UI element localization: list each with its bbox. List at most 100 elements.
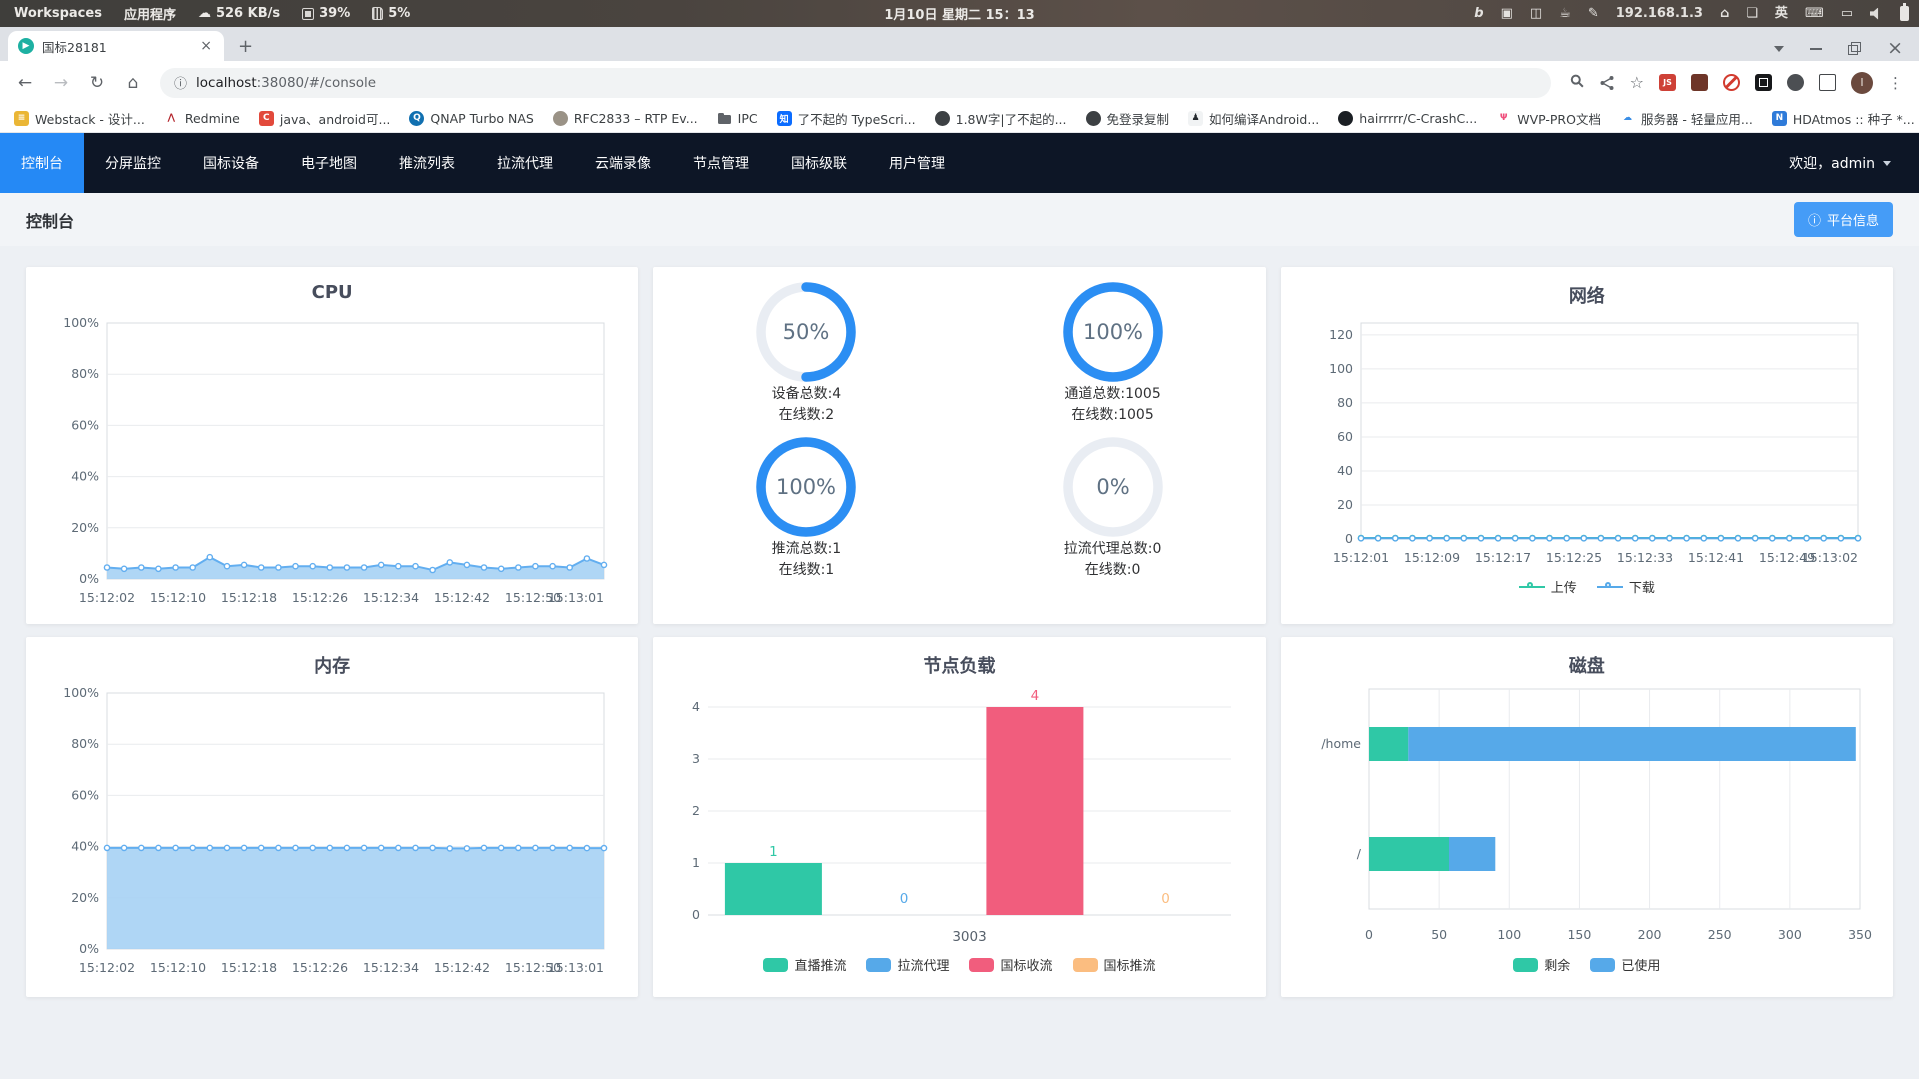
profile-avatar[interactable]: I <box>1851 71 1873 94</box>
bookmark-item-4[interactable]: Q QNAP Turbo NAS <box>409 110 534 126</box>
extension-js-icon[interactable]: JS <box>1659 74 1676 91</box>
platform-info-button[interactable]: ⓘ 平台信息 <box>1793 202 1893 237</box>
nav-tab-9[interactable]: 国标级联 <box>770 133 868 193</box>
bookmark-item-6[interactable]: IPC <box>717 111 758 126</box>
bookmark-item-9[interactable]: 免登录复制 <box>1085 109 1170 128</box>
browser-tab[interactable]: ▶ 国标28181 × <box>8 31 224 61</box>
extension-icon-2[interactable] <box>1691 74 1708 91</box>
network-speed-indicator[interactable]: ☁ 526 KB/s <box>198 6 280 21</box>
bookmark-star-icon[interactable]: ☆ <box>1630 73 1644 92</box>
workspaces-button[interactable]: Workspaces <box>14 6 102 21</box>
memory-card-icon <box>372 7 384 20</box>
tab-title: 国标28181 <box>42 39 107 55</box>
window-minimize-button[interactable] <box>1810 47 1823 50</box>
svg-text:15:13:01: 15:13:01 <box>548 960 604 975</box>
nav-tab-8[interactable]: 节点管理 <box>672 133 770 193</box>
bookmark-item-14[interactable]: N HDAtmos :: 种子 *... <box>1771 109 1915 128</box>
input-method-indicator[interactable]: 英 <box>1775 7 1788 20</box>
extensions-puzzle-icon[interactable] <box>1787 74 1804 91</box>
nav-tab-6[interactable]: 拉流代理 <box>476 133 574 193</box>
svg-text:20%: 20% <box>71 520 99 535</box>
tray-icon-b[interactable]: b <box>1474 7 1483 20</box>
nav-tab-10[interactable]: 用户管理 <box>868 133 966 193</box>
window-restore-button[interactable] <box>1848 42 1862 55</box>
tray-keyboard-icon[interactable]: ⌨ <box>1805 7 1824 20</box>
extension-icon-4[interactable] <box>1755 74 1772 91</box>
bookmark-item-7[interactable]: 知了不起的 TypeScri... <box>776 109 916 128</box>
svg-text:15:12:02: 15:12:02 <box>79 960 135 975</box>
svg-text:15:12:42: 15:12:42 <box>434 590 490 605</box>
nav-tab-4[interactable]: 电子地图 <box>280 133 378 193</box>
cpu-chip-icon <box>302 7 315 20</box>
new-tab-button[interactable]: + <box>224 36 267 61</box>
ip-address-indicator[interactable]: 192.168.1.3 <box>1616 7 1703 20</box>
back-button[interactable]: ← <box>10 73 40 93</box>
bookmark-item-3[interactable]: Cjava、android可... <box>258 109 390 128</box>
tray-home-icon[interactable]: ⌂ <box>1720 7 1729 20</box>
bookmark-item-11[interactable]: hairrrrr/C-CrashC... <box>1338 110 1478 126</box>
site-info-icon[interactable]: ⓘ <box>174 73 187 92</box>
reload-button[interactable]: ↻ <box>82 73 112 93</box>
svg-text:0: 0 <box>900 891 909 907</box>
system-bar-left: Workspaces 应用程序 ☁ 526 KB/s 39% 5% <box>0 4 410 23</box>
bookmark-label: hairrrrr/C-CrashC... <box>1359 110 1478 126</box>
nav-tab-7[interactable]: 云端录像 <box>574 133 672 193</box>
tray-jar-icon[interactable]: ☕ <box>1559 7 1571 20</box>
tab-search-chevron-icon[interactable] <box>1774 45 1785 52</box>
tab-close-icon[interactable]: × <box>198 38 214 54</box>
legend-item-上传[interactable]: 上传 <box>1518 577 1577 596</box>
legend-item-国标推流[interactable]: 国标推流 <box>1072 955 1156 974</box>
address-bar[interactable]: ⓘ localhost:38080/#/console <box>160 67 1551 98</box>
legend-item-国标收流[interactable]: 国标收流 <box>969 955 1053 974</box>
page-header: 控制台 ⓘ 平台信息 <box>0 193 1919 246</box>
nav-tab-3[interactable]: 国标设备 <box>182 133 280 193</box>
tray-pen-icon[interactable]: ✎ <box>1588 7 1599 20</box>
share-icon[interactable] <box>1599 75 1615 91</box>
extension-icon-6[interactable] <box>1819 74 1836 91</box>
bookmark-item-10[interactable]: ♟ 如何编译Android... <box>1188 109 1319 128</box>
tray-windows-icon[interactable]: ❏ <box>1746 7 1758 20</box>
forward-button[interactable]: → <box>46 73 76 93</box>
svg-text:15:12:18: 15:12:18 <box>221 590 277 605</box>
bookmark-favicon-icon <box>934 110 950 126</box>
node-load-legend: 直播推流 拉流代理 国标收流 国标推流 <box>653 949 1265 974</box>
extension-adblock-icon[interactable] <box>1723 74 1740 91</box>
browser-home-button[interactable]: ⌂ <box>118 73 148 93</box>
svg-text:80: 80 <box>1337 395 1353 410</box>
bookmark-item-2[interactable]: ⋀ Redmine <box>163 110 240 126</box>
bookmark-label: 免登录复制 <box>1106 111 1170 127</box>
password-key-icon[interactable] <box>1566 72 1587 93</box>
svg-text:3003: 3003 <box>952 929 986 945</box>
bookmark-item-1[interactable]: ≡ Webstack - 设计... <box>14 109 145 128</box>
legend-item-直播推流[interactable]: 直播推流 <box>763 955 846 974</box>
applications-menu-button[interactable]: 应用程序 <box>124 4 176 23</box>
window-close-button[interactable]: × <box>1887 39 1903 58</box>
svg-text:15:12:33: 15:12:33 <box>1617 550 1673 565</box>
cpu-chart: 0% 20% 40% 60% 80% 100% 15:12:02 15:12:10 15:12:… <box>26 311 638 611</box>
legend-item-下载[interactable]: 下载 <box>1596 577 1655 596</box>
legend-item-拉流代理[interactable]: 拉流代理 <box>866 955 949 974</box>
bookmark-item-13[interactable]: ☁ 服务器 - 轻量应用... <box>1619 109 1753 128</box>
browser-menu-icon[interactable]: ⋮ <box>1888 74 1903 92</box>
tray-clipboard-icon[interactable]: ◫ <box>1530 7 1542 20</box>
legend-item-剩余[interactable]: 剩余 <box>1513 955 1570 974</box>
ring-label-online: 在线数:2 <box>778 407 835 423</box>
nav-tab-1[interactable]: 控制台 <box>0 133 84 193</box>
nav-tab-2[interactable]: 分屏监控 <box>84 133 182 193</box>
bookmark-item-5[interactable]: RFC2833 – RTP Ev... <box>552 110 698 126</box>
tray-screenshot-icon[interactable]: ▣ <box>1501 7 1513 20</box>
svg-text:2: 2 <box>692 803 700 818</box>
volume-icon[interactable] <box>1870 7 1879 20</box>
bookmark-item-12[interactable]: Ψ WVP-PRO文档 <box>1496 109 1601 128</box>
legend-item-已使用[interactable]: 已使用 <box>1590 955 1660 974</box>
tray-display-icon[interactable]: ▭ <box>1841 7 1853 20</box>
svg-text:15:13:02: 15:13:02 <box>1802 550 1858 565</box>
user-menu[interactable]: 欢迎，admin <box>1789 133 1919 193</box>
network-legend: 上传 下载 <box>1281 571 1893 596</box>
nav-tab-5[interactable]: 推流列表 <box>378 133 476 193</box>
cpu-usage-indicator[interactable]: 39% <box>302 6 350 21</box>
bookmark-item-8[interactable]: 1.8W字|了不起的... <box>934 109 1067 128</box>
legend-marker-icon <box>1518 581 1545 588</box>
memory-usage-indicator[interactable]: 5% <box>372 6 410 21</box>
bookmark-favicon-icon: ☁ <box>1619 110 1635 126</box>
